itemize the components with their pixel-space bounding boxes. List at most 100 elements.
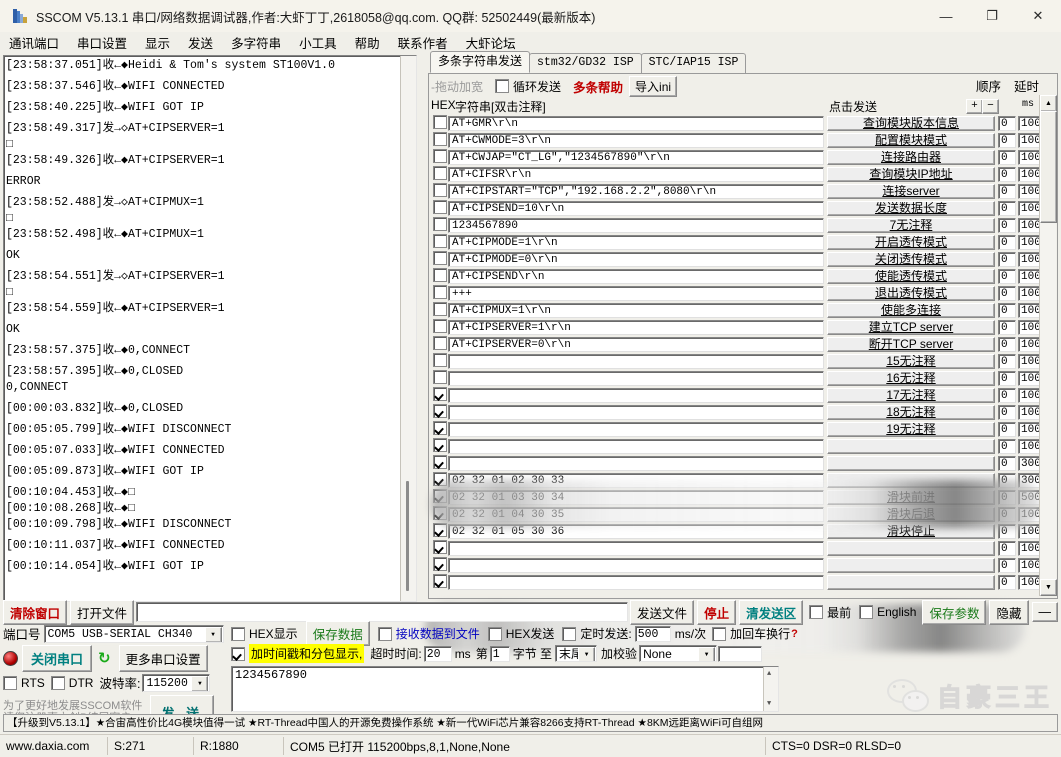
tab-stm32-gd32-isp[interactable]: stm32/GD32 ISP <box>529 53 642 73</box>
command-sequence-input[interactable]: 0 <box>998 524 1016 539</box>
command-send-button[interactable]: 连接路由器 <box>827 150 995 165</box>
add-row-button[interactable]: + <box>966 99 983 114</box>
command-send-button[interactable] <box>827 558 995 573</box>
byte-to-select[interactable]: 末尾 ▼ <box>555 645 597 662</box>
command-send-button[interactable] <box>827 439 995 454</box>
loop-send-checkbox[interactable] <box>495 79 509 93</box>
command-hex-checkbox[interactable] <box>433 251 447 265</box>
tab-multi-string-send[interactable]: 多条字符串发送 <box>430 51 530 73</box>
command-hex-checkbox[interactable] <box>433 557 447 571</box>
english-checkbox[interactable] <box>859 605 873 619</box>
tab-stc-iap15-isp[interactable]: STC/IAP15 ISP <box>641 53 747 73</box>
command-sequence-input[interactable]: 0 <box>998 201 1016 216</box>
menu-item-multi-string[interactable]: 多字符串 <box>222 31 290 54</box>
checksum-extra-input[interactable] <box>718 646 762 662</box>
import-ini-button[interactable]: 导入ini <box>629 76 677 97</box>
command-hex-checkbox[interactable] <box>433 540 447 554</box>
command-hex-checkbox[interactable] <box>433 217 447 231</box>
add-crlf-checkbox[interactable] <box>712 627 726 641</box>
command-send-button[interactable]: 滑块后退 <box>827 507 995 522</box>
command-string-input[interactable] <box>448 422 824 437</box>
command-string-input[interactable]: 02 32 01 02 30 33 <box>448 473 824 488</box>
command-hex-checkbox[interactable] <box>433 285 447 299</box>
command-sequence-input[interactable]: 0 <box>998 490 1016 505</box>
command-sequence-input[interactable]: 0 <box>998 218 1016 233</box>
file-path-input[interactable] <box>136 602 628 622</box>
command-hex-checkbox[interactable] <box>433 523 447 537</box>
maximize-button[interactable]: ❐ <box>969 0 1015 32</box>
clear-send-area-button[interactable]: 清发送区 <box>739 600 803 625</box>
send-textarea-scrollbar[interactable]: ▲ ▼ <box>763 667 778 711</box>
menu-item-display[interactable]: 显示 <box>136 31 179 54</box>
command-hex-checkbox[interactable] <box>433 115 447 129</box>
help-question-icon[interactable]: ? <box>791 628 798 640</box>
hex-send-checkbox[interactable] <box>488 627 502 641</box>
byte-to-chevron-down-icon[interactable]: ▼ <box>578 647 595 662</box>
terminal-scrollbar[interactable] <box>400 56 416 601</box>
port-select[interactable]: COM5 USB-SERIAL CH340 ▼ <box>44 625 224 643</box>
command-sequence-input[interactable]: 0 <box>998 252 1016 267</box>
receive-data-panel[interactable]: [23:58:37.051]收←◆Heidi & Tom's system ST… <box>3 55 417 602</box>
command-send-button[interactable]: 使能多连接 <box>827 303 995 318</box>
command-send-button[interactable]: 连接server <box>827 184 995 199</box>
command-send-button[interactable]: 7无注释 <box>827 218 995 233</box>
command-send-button[interactable]: 查询模块版本信息 <box>827 116 995 131</box>
command-hex-checkbox[interactable] <box>433 302 447 316</box>
minimize-button[interactable]: — <box>923 0 969 32</box>
command-hex-checkbox[interactable] <box>433 455 447 469</box>
command-string-input[interactable] <box>448 541 824 556</box>
command-hex-checkbox[interactable] <box>433 370 447 384</box>
multi-help-link[interactable]: 多条帮助 <box>573 77 623 96</box>
save-data-button[interactable]: 保存数据 <box>306 621 370 646</box>
command-string-input[interactable]: AT+CIPMODE=1\r\n <box>448 235 824 250</box>
command-sequence-input[interactable]: 0 <box>998 558 1016 573</box>
command-send-button[interactable]: 配置模块模式 <box>827 133 995 148</box>
command-sequence-input[interactable]: 0 <box>998 439 1016 454</box>
command-hex-checkbox[interactable] <box>433 200 447 214</box>
timed-send-checkbox[interactable] <box>562 627 576 641</box>
command-sequence-input[interactable]: 0 <box>998 116 1016 131</box>
command-hex-checkbox[interactable] <box>433 166 447 180</box>
command-send-button[interactable] <box>827 541 995 556</box>
command-hex-checkbox[interactable] <box>433 404 447 418</box>
command-hex-checkbox[interactable] <box>433 574 447 588</box>
command-sequence-input[interactable]: 0 <box>998 269 1016 284</box>
command-string-input[interactable]: AT+CIPMODE=0\r\n <box>448 252 824 267</box>
scroll-up-arrow[interactable]: ▲ <box>1040 95 1057 112</box>
baud-chevron-down-icon[interactable]: ▼ <box>191 676 208 692</box>
baud-select[interactable]: 115200 ▼ <box>142 674 210 692</box>
command-send-button[interactable]: 关闭透传模式 <box>827 252 995 267</box>
command-string-input[interactable]: 02 32 01 03 30 34 <box>448 490 824 505</box>
send-scroll-down-icon[interactable]: ▼ <box>767 700 771 708</box>
command-send-button[interactable]: 使能透传模式 <box>827 269 995 284</box>
command-string-input[interactable] <box>448 354 824 369</box>
command-string-input[interactable]: AT+CIPSERVER=0\r\n <box>448 337 824 352</box>
command-hex-checkbox[interactable] <box>433 336 447 350</box>
command-sequence-input[interactable]: 0 <box>998 167 1016 182</box>
command-send-button[interactable]: 19无注释 <box>827 422 995 437</box>
timestamp-checkbox[interactable] <box>231 647 245 661</box>
command-send-button[interactable] <box>827 456 995 471</box>
command-sequence-input[interactable]: 0 <box>998 371 1016 386</box>
command-string-input[interactable]: AT+CWMODE=3\r\n <box>448 133 824 148</box>
command-hex-checkbox[interactable] <box>433 421 447 435</box>
send-textarea[interactable]: 1234567890 ▲ ▼ <box>231 666 779 712</box>
command-sequence-input[interactable]: 0 <box>998 235 1016 250</box>
command-string-input[interactable] <box>448 405 824 420</box>
command-sequence-input[interactable]: 0 <box>998 575 1016 590</box>
command-string-input[interactable]: +++ <box>448 286 824 301</box>
command-hex-checkbox[interactable] <box>433 472 447 486</box>
command-sequence-input[interactable]: 0 <box>998 422 1016 437</box>
command-send-button[interactable]: 断开TCP server <box>827 337 995 352</box>
command-hex-checkbox[interactable] <box>433 353 447 367</box>
command-send-button[interactable] <box>827 575 995 590</box>
command-sequence-input[interactable]: 0 <box>998 456 1016 471</box>
status-website[interactable]: www.daxia.com <box>0 737 108 755</box>
stop-button[interactable]: 停止 <box>697 600 736 625</box>
menu-item-tools[interactable]: 小工具 <box>290 31 346 54</box>
timed-send-input[interactable]: 500 <box>635 626 671 642</box>
command-sequence-input[interactable]: 0 <box>998 320 1016 335</box>
command-hex-checkbox[interactable] <box>433 132 447 146</box>
menu-item-serial-config[interactable]: 串口设置 <box>68 31 136 54</box>
command-sequence-input[interactable]: 0 <box>998 354 1016 369</box>
